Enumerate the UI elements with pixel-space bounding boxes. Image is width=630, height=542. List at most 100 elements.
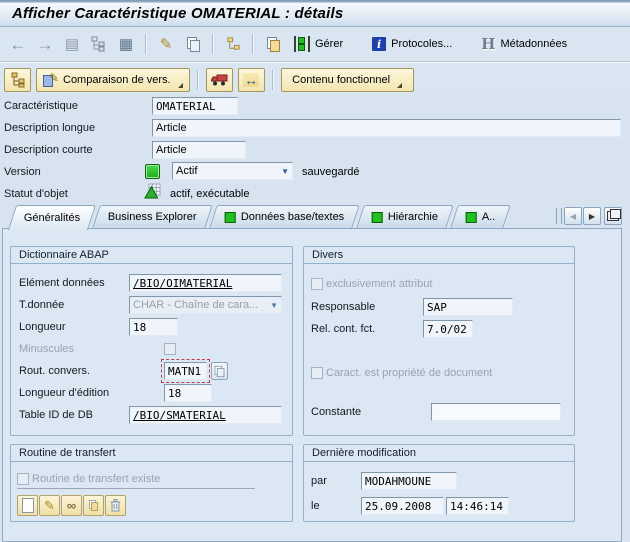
forward-button[interactable]: → [35, 34, 55, 54]
tab-next-icon: ▶ [589, 212, 595, 221]
responsable-field[interactable]: SAP [423, 298, 513, 316]
constante-field[interactable] [431, 403, 561, 421]
tab-label: A.. [482, 211, 495, 223]
version-comparison-label: Comparaison de vers. [63, 74, 171, 86]
chevron-down-icon: ▼ [270, 301, 278, 310]
back-button[interactable]: ← [8, 34, 28, 54]
rel-cont-fct-label: Rel. cont. fct. [311, 323, 375, 335]
tab-generalites[interactable]: Généralités [8, 205, 96, 230]
longueur-label: Longueur [19, 321, 66, 333]
caracteristique-field[interactable]: OMATERIAL [152, 97, 238, 115]
description-courte-field[interactable]: Article [152, 141, 246, 159]
tab-scroll-left-button[interactable]: ◀ [564, 207, 582, 225]
manage-icon [294, 36, 310, 52]
object-tree-icon [226, 37, 241, 52]
metadonnees-label: Métadonnées [500, 38, 567, 50]
copy-button[interactable] [183, 34, 203, 54]
constante-label: Constante [311, 406, 361, 418]
tab-attributs[interactable]: A.. [451, 205, 512, 228]
propriete-document-checkbox [311, 367, 323, 379]
forward-icon: → [37, 36, 54, 53]
sap-window: Afficher Caractéristique OMATERIAL : dét… [0, 0, 630, 542]
description-longue-field[interactable]: Article [152, 119, 621, 137]
gerer-button[interactable]: Gérer [290, 33, 347, 55]
modifie-par-field[interactable]: MODAHMOUNE [361, 472, 457, 490]
green-status-icon [466, 212, 477, 223]
multiple-selection-button[interactable] [211, 362, 228, 380]
longueur-field[interactable]: 18 [129, 318, 178, 336]
minuscules-label: Minuscules [19, 343, 74, 355]
exclusivement-attribut-checkbox [311, 278, 323, 290]
tab-donnees-base-textes[interactable]: Données base/textes [209, 205, 360, 228]
rel-cont-fct-field[interactable]: 7.0/02 [423, 320, 473, 338]
modifie-heure-field[interactable]: 14:46:14 [446, 497, 509, 515]
protocoles-button[interactable]: i Protocoles... [368, 33, 456, 55]
tab-business-explorer[interactable]: Business Explorer [93, 205, 213, 228]
tab-prev-icon: ◀ [570, 212, 576, 221]
routine-underline [17, 472, 255, 489]
delete-routine-button[interactable] [105, 495, 126, 516]
version-combobox[interactable]: Actif ▼ [172, 162, 293, 180]
back-icon: ← [10, 36, 27, 53]
object-tree-button[interactable] [223, 34, 243, 54]
tab-label: Généralités [24, 212, 80, 224]
hierarchy-button[interactable] [89, 34, 109, 54]
business-content-button[interactable]: Contenu fonctionnel [281, 68, 414, 92]
tab-hierarchie[interactable]: Hiérarchie [357, 205, 455, 228]
protocoles-label: Protocoles... [391, 38, 452, 50]
version-status-led [145, 164, 160, 179]
copy-routine-button[interactable] [83, 495, 104, 516]
pencil-icon: ✎ [44, 499, 55, 512]
toolbar-separator [272, 70, 274, 90]
tab-overview-icon [607, 211, 619, 221]
toolbar-separator [197, 70, 199, 90]
toolbar-separator [252, 34, 254, 54]
version-label: Version [4, 166, 41, 178]
group-divers: Divers exclusivement attribut Responsabl… [303, 246, 575, 436]
edit-routine-button[interactable]: ✎ [39, 495, 60, 516]
transport-button[interactable] [206, 68, 233, 92]
version-comparison-button[interactable]: ✎ Comparaison de vers. [36, 68, 190, 92]
transport-connection-button[interactable]: ↔ [238, 68, 265, 92]
group-title: Dictionnaire ABAP [11, 247, 292, 264]
group-dictionnaire-abap: Dictionnaire ABAP Elément données /BIO/O… [10, 246, 293, 436]
hierarchy-icon [91, 36, 107, 52]
rout-convers-field[interactable]: MATN1 [164, 362, 207, 380]
table-id-db-label: Table ID de DB [19, 409, 93, 421]
business-content-label: Contenu fonctionnel [292, 74, 390, 86]
tab-scroll-right-button[interactable]: ▶ [583, 207, 601, 225]
metadonnees-button[interactable]: H Métadonnées [477, 33, 571, 55]
tab-strip: Généralités Business Explorer Données ba… [12, 205, 512, 230]
grid-button[interactable]: ▦ [116, 34, 136, 54]
title-bar: Afficher Caractéristique OMATERIAL : dét… [0, 0, 630, 27]
tree-icon [10, 72, 26, 88]
display-change-button[interactable]: ✎ [156, 34, 176, 54]
group-title: Divers [304, 247, 574, 264]
menu-arrow-icon [178, 83, 183, 88]
longueur-edition-field[interactable]: 18 [164, 384, 212, 402]
new-page-icon [22, 498, 34, 513]
copies-button[interactable] [263, 34, 283, 54]
element-donnees-field[interactable]: /BIO/OIMATERIAL [129, 274, 282, 292]
tab-clip-marker [556, 208, 562, 224]
tree-display-button[interactable] [4, 68, 31, 92]
longueur-edition-label: Longueur d'édition [19, 387, 109, 399]
statut-objet-value: actif, exécutable [170, 188, 250, 200]
table-id-db-field[interactable]: /BIO/SMATERIAL [129, 406, 282, 424]
toolbar-separator [145, 34, 147, 54]
copy-icon [186, 37, 201, 52]
object-status-icon [144, 183, 161, 199]
tab-overview-button[interactable] [604, 207, 622, 225]
modifie-par-label: par [311, 475, 327, 487]
display-routine-button[interactable]: ∞ [61, 495, 82, 516]
glasses-icon: ∞ [67, 499, 76, 512]
create-routine-button[interactable] [17, 495, 38, 516]
truck-icon [210, 73, 229, 87]
list-icon: ▤ [65, 37, 79, 52]
statut-objet-label: Statut d'objet [4, 188, 68, 200]
copy-icon [88, 500, 99, 511]
overview-button[interactable]: ▤ [62, 34, 82, 54]
group-routine-transfert: Routine de transfert Routine de transfer… [10, 444, 293, 522]
modifie-date-field[interactable]: 25.09.2008 [361, 497, 444, 515]
application-toolbar: ✎ Comparaison de vers. ↔ Contenu fonctio… [0, 64, 630, 95]
